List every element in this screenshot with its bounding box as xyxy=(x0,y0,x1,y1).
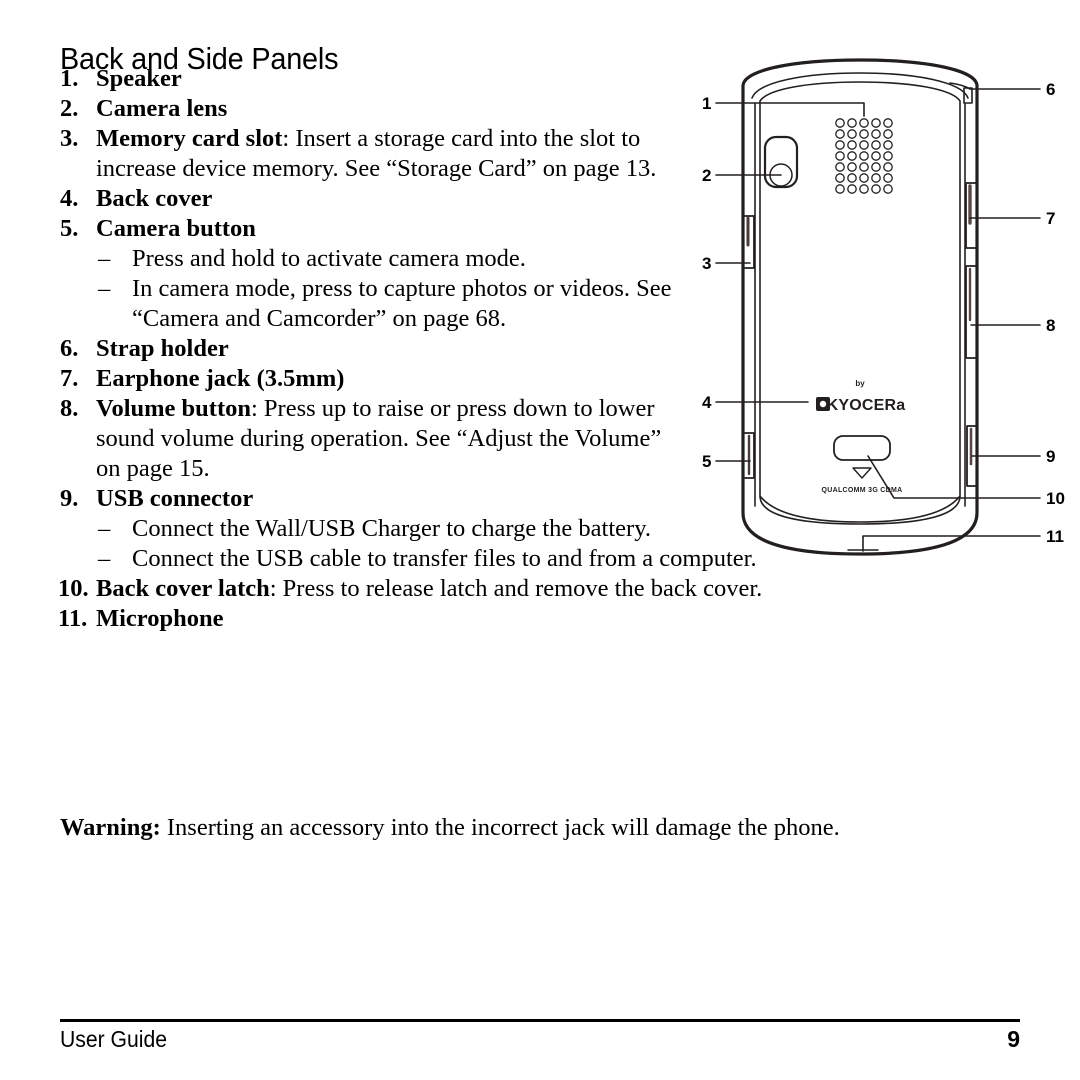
callout-number-7: 7 xyxy=(1046,209,1055,228)
list-item-term: Camera button xyxy=(96,215,256,242)
list-item-term: Microphone xyxy=(96,605,224,632)
list-item-text: Speaker xyxy=(96,64,676,94)
dash-bullet: – xyxy=(98,545,111,572)
list-item-text: USB connector xyxy=(96,484,676,514)
callout-number-1: 1 xyxy=(702,94,711,113)
callout-number-5: 5 xyxy=(702,452,711,471)
leader-line-1 xyxy=(715,102,865,117)
list-item-microphone: 11. Microphone xyxy=(58,604,860,634)
list-item-number: 8. xyxy=(60,395,79,422)
brand-name-label: KYOCERa xyxy=(827,397,906,414)
callout-number-8: 8 xyxy=(1046,316,1055,335)
sub-item-text: Connect the Wall/USB Charger to charge t… xyxy=(132,515,651,542)
strap-holder xyxy=(963,87,973,104)
list-item-number: 9. xyxy=(60,485,79,512)
list-item-number: 10. xyxy=(58,575,89,602)
callout-number-2: 2 xyxy=(702,166,711,185)
list-item-text: Strap holder xyxy=(96,334,676,364)
list-item-number: 7. xyxy=(60,365,79,392)
list-item-number: 3. xyxy=(60,125,79,152)
phone-back-panel-figure: by KYOCERa QUALCOMM 3G CDMA 1 2 3 4 5 6 … xyxy=(688,58,1068,588)
list-item-text: Camera lens xyxy=(96,94,676,124)
list-item-number: 2. xyxy=(60,95,79,122)
back-cover-panel xyxy=(759,81,961,525)
list-item-term: Camera lens xyxy=(96,95,228,122)
brand-by-label: by xyxy=(855,379,865,388)
list-item-number: 5. xyxy=(60,215,79,242)
list-item-term: Speaker xyxy=(96,65,182,92)
callout-number-3: 3 xyxy=(702,254,711,273)
speaker-grille xyxy=(835,118,893,194)
list-item-text: Back cover xyxy=(96,184,676,214)
sub-item-text: In camera mode, press to capture photos … xyxy=(132,275,672,332)
footer-divider xyxy=(60,1019,1020,1022)
warning-note: Warning: Inserting an accessory into the… xyxy=(60,813,1020,843)
dash-bullet: – xyxy=(98,245,111,272)
back-cover-latch xyxy=(833,435,891,461)
list-item-term: Back cover latch xyxy=(96,575,270,602)
list-item-text: Camera button xyxy=(96,214,676,244)
sub-item-text: Press and hold to activate camera mode. xyxy=(132,245,526,272)
callout-number-10: 10 xyxy=(1046,489,1065,508)
list-item-term: USB connector xyxy=(96,485,254,512)
list-item-number: 1. xyxy=(60,65,79,92)
warning-text: Inserting an accessory into the incorrec… xyxy=(160,813,840,841)
warning-label: Warning: xyxy=(60,813,161,841)
list-item-term: Volume button xyxy=(96,395,251,422)
dash-bullet: – xyxy=(98,515,111,542)
camera-lens-housing xyxy=(763,135,799,189)
phone-top-bevel xyxy=(751,72,969,99)
callout-number-11: 11 xyxy=(1046,527,1064,546)
list-item-term: Memory card slot xyxy=(96,125,283,152)
brand-sub-label: QUALCOMM 3G CDMA xyxy=(821,487,902,494)
list-item-term: Strap holder xyxy=(96,335,229,362)
callout-number-6: 6 xyxy=(1046,80,1055,99)
list-item-number: 11. xyxy=(58,605,88,632)
list-item-number: 4. xyxy=(60,185,79,212)
footer-label: User Guide xyxy=(60,1026,168,1052)
list-item-text: Memory card slot: Insert a storage card … xyxy=(96,124,676,184)
page-number: 9 xyxy=(1007,1026,1020,1052)
dash-bullet: – xyxy=(98,275,111,302)
list-item-text: Volume button: Press up to raise or pres… xyxy=(96,394,676,484)
list-item-text: Microphone xyxy=(96,604,860,634)
list-item-text: Earphone jack (3.5mm) xyxy=(96,364,676,394)
document-page: Back and Side Panels 1. Speaker 2. Camer… xyxy=(0,0,1080,1080)
callout-number-4: 4 xyxy=(702,393,712,412)
callout-number-9: 9 xyxy=(1046,447,1055,466)
list-item-term: Earphone jack (3.5mm) xyxy=(96,365,345,392)
list-item-number: 6. xyxy=(60,335,79,362)
list-item-term: Back cover xyxy=(96,185,213,212)
latch-arrow-icon xyxy=(852,467,872,479)
